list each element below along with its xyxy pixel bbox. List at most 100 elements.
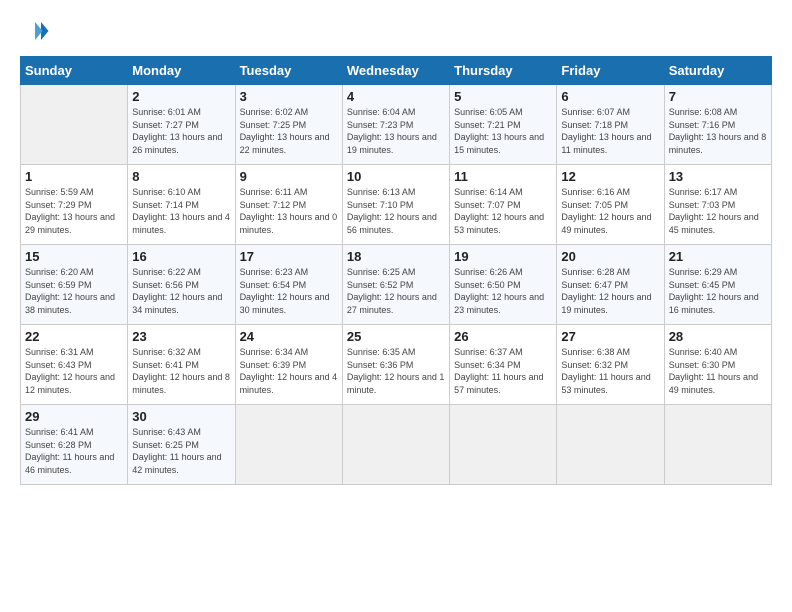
day-number: 28 — [669, 329, 767, 344]
calendar-cell: 9 Sunrise: 6:11 AMSunset: 7:12 PMDaylight… — [235, 165, 342, 245]
calendar-cell: 6 Sunrise: 6:07 AMSunset: 7:18 PMDaylight… — [557, 85, 664, 165]
day-number: 16 — [132, 249, 230, 264]
week-row: 29Sunrise: 6:41 AMSunset: 6:28 PMDayligh… — [21, 405, 772, 485]
day-info: Sunrise: 6:07 AMSunset: 7:18 PMDaylight:… — [561, 107, 651, 155]
day-number: 7 — [669, 89, 767, 104]
col-header-tuesday: Tuesday — [235, 57, 342, 85]
header — [20, 16, 772, 46]
calendar-cell: 22 Sunrise: 6:31 AMSunset: 6:43 PMDayligh… — [21, 325, 128, 405]
col-header-saturday: Saturday — [664, 57, 771, 85]
day-info: Sunrise: 6:22 AMSunset: 6:56 PMDaylight:… — [132, 267, 222, 315]
week-row: 22 Sunrise: 6:31 AMSunset: 6:43 PMDayligh… — [21, 325, 772, 405]
calendar-cell: 26 Sunrise: 6:37 AMSunset: 6:34 PMDayligh… — [450, 325, 557, 405]
day-number: 30 — [132, 409, 230, 424]
day-number: 12 — [561, 169, 659, 184]
day-info: Sunrise: 6:02 AMSunset: 7:25 PMDaylight:… — [240, 107, 330, 155]
calendar-cell: 19Sunrise: 6:26 AMSunset: 6:50 PMDayligh… — [450, 245, 557, 325]
calendar-cell: 16 Sunrise: 6:22 AMSunset: 6:56 PMDayligh… — [128, 245, 235, 325]
day-info: Sunrise: 6:05 AMSunset: 7:21 PMDaylight:… — [454, 107, 544, 155]
day-number: 17 — [240, 249, 338, 264]
calendar-cell: 24Sunrise: 6:34 AMSunset: 6:39 PMDayligh… — [235, 325, 342, 405]
calendar-cell: 30 Sunrise: 6:43 AMSunset: 6:25 PMDayligh… — [128, 405, 235, 485]
day-info: Sunrise: 6:23 AMSunset: 6:54 PMDaylight:… — [240, 267, 330, 315]
calendar-cell: 11 Sunrise: 6:14 AMSunset: 7:07 PMDayligh… — [450, 165, 557, 245]
day-number: 13 — [669, 169, 767, 184]
logo-icon — [20, 16, 50, 46]
day-info: Sunrise: 6:31 AMSunset: 6:43 PMDaylight:… — [25, 347, 115, 395]
day-number: 23 — [132, 329, 230, 344]
calendar-cell — [664, 405, 771, 485]
calendar-cell: 10 Sunrise: 6:13 AMSunset: 7:10 PMDayligh… — [342, 165, 449, 245]
calendar-cell: 17 Sunrise: 6:23 AMSunset: 6:54 PMDayligh… — [235, 245, 342, 325]
day-info: Sunrise: 6:38 AMSunset: 6:32 PMDaylight:… — [561, 347, 650, 395]
day-number: 20 — [561, 249, 659, 264]
day-info: Sunrise: 6:11 AMSunset: 7:12 PMDaylight:… — [240, 187, 338, 235]
calendar-cell: 15 Sunrise: 6:20 AMSunset: 6:59 PMDayligh… — [21, 245, 128, 325]
week-row: 2 Sunrise: 6:01 AMSunset: 7:27 PMDaylight… — [21, 85, 772, 165]
day-number: 22 — [25, 329, 123, 344]
day-info: Sunrise: 6:16 AMSunset: 7:05 PMDaylight:… — [561, 187, 651, 235]
day-info: Sunrise: 6:43 AMSunset: 6:25 PMDaylight:… — [132, 427, 221, 475]
page: SundayMondayTuesdayWednesdayThursdayFrid… — [0, 0, 792, 612]
day-number: 10 — [347, 169, 445, 184]
col-header-monday: Monday — [128, 57, 235, 85]
calendar-cell: 18 Sunrise: 6:25 AMSunset: 6:52 PMDayligh… — [342, 245, 449, 325]
calendar-cell: 4 Sunrise: 6:04 AMSunset: 7:23 PMDaylight… — [342, 85, 449, 165]
calendar-cell: 12 Sunrise: 6:16 AMSunset: 7:05 PMDayligh… — [557, 165, 664, 245]
day-number: 26 — [454, 329, 552, 344]
day-info: Sunrise: 5:59 AMSunset: 7:29 PMDaylight:… — [25, 187, 115, 235]
calendar-cell: 2 Sunrise: 6:01 AMSunset: 7:27 PMDaylight… — [128, 85, 235, 165]
calendar-cell: 7Sunrise: 6:08 AMSunset: 7:16 PMDaylight… — [664, 85, 771, 165]
day-info: Sunrise: 6:13 AMSunset: 7:10 PMDaylight:… — [347, 187, 437, 235]
calendar-cell: 1Sunrise: 5:59 AMSunset: 7:29 PMDaylight… — [21, 165, 128, 245]
calendar-cell: 21 Sunrise: 6:29 AMSunset: 6:45 PMDayligh… — [664, 245, 771, 325]
day-number: 4 — [347, 89, 445, 104]
day-info: Sunrise: 6:29 AMSunset: 6:45 PMDaylight:… — [669, 267, 759, 315]
week-row: 1Sunrise: 5:59 AMSunset: 7:29 PMDaylight… — [21, 165, 772, 245]
calendar-cell: 28 Sunrise: 6:40 AMSunset: 6:30 PMDayligh… — [664, 325, 771, 405]
calendar-table: SundayMondayTuesdayWednesdayThursdayFrid… — [20, 56, 772, 485]
day-number: 18 — [347, 249, 445, 264]
day-number: 3 — [240, 89, 338, 104]
calendar-cell: 20Sunrise: 6:28 AMSunset: 6:47 PMDayligh… — [557, 245, 664, 325]
day-info: Sunrise: 6:14 AMSunset: 7:07 PMDaylight:… — [454, 187, 544, 235]
day-number: 25 — [347, 329, 445, 344]
day-number: 6 — [561, 89, 659, 104]
day-info: Sunrise: 6:01 AMSunset: 7:27 PMDaylight:… — [132, 107, 222, 155]
col-header-wednesday: Wednesday — [342, 57, 449, 85]
day-number: 2 — [132, 89, 230, 104]
calendar-cell: 25 Sunrise: 6:35 AMSunset: 6:36 PMDayligh… — [342, 325, 449, 405]
day-number: 19 — [454, 249, 552, 264]
logo — [20, 16, 54, 46]
day-info: Sunrise: 6:04 AMSunset: 7:23 PMDaylight:… — [347, 107, 437, 155]
day-info: Sunrise: 6:10 AMSunset: 7:14 PMDaylight:… — [132, 187, 230, 235]
day-number: 8 — [132, 169, 230, 184]
calendar-cell — [557, 405, 664, 485]
calendar-cell: 5Sunrise: 6:05 AMSunset: 7:21 PMDaylight… — [450, 85, 557, 165]
calendar-cell — [235, 405, 342, 485]
calendar-cell: 13 Sunrise: 6:17 AMSunset: 7:03 PMDayligh… — [664, 165, 771, 245]
day-info: Sunrise: 6:40 AMSunset: 6:30 PMDaylight:… — [669, 347, 758, 395]
calendar-cell: 29Sunrise: 6:41 AMSunset: 6:28 PMDayligh… — [21, 405, 128, 485]
day-number: 15 — [25, 249, 123, 264]
calendar-cell — [450, 405, 557, 485]
header-row: SundayMondayTuesdayWednesdayThursdayFrid… — [21, 57, 772, 85]
day-info: Sunrise: 6:20 AMSunset: 6:59 PMDaylight:… — [25, 267, 115, 315]
col-header-thursday: Thursday — [450, 57, 557, 85]
day-number: 29 — [25, 409, 123, 424]
day-info: Sunrise: 6:25 AMSunset: 6:52 PMDaylight:… — [347, 267, 437, 315]
day-number: 9 — [240, 169, 338, 184]
day-info: Sunrise: 6:37 AMSunset: 6:34 PMDaylight:… — [454, 347, 543, 395]
day-info: Sunrise: 6:17 AMSunset: 7:03 PMDaylight:… — [669, 187, 759, 235]
calendar-cell: 3 Sunrise: 6:02 AMSunset: 7:25 PMDaylight… — [235, 85, 342, 165]
calendar-cell — [21, 85, 128, 165]
calendar-cell: 23 Sunrise: 6:32 AMSunset: 6:41 PMDayligh… — [128, 325, 235, 405]
day-number: 27 — [561, 329, 659, 344]
day-number: 21 — [669, 249, 767, 264]
day-info: Sunrise: 6:34 AMSunset: 6:39 PMDaylight:… — [240, 347, 338, 395]
week-row: 15 Sunrise: 6:20 AMSunset: 6:59 PMDayligh… — [21, 245, 772, 325]
day-info: Sunrise: 6:35 AMSunset: 6:36 PMDaylight:… — [347, 347, 445, 395]
day-number: 11 — [454, 169, 552, 184]
day-info: Sunrise: 6:32 AMSunset: 6:41 PMDaylight:… — [132, 347, 230, 395]
col-header-friday: Friday — [557, 57, 664, 85]
